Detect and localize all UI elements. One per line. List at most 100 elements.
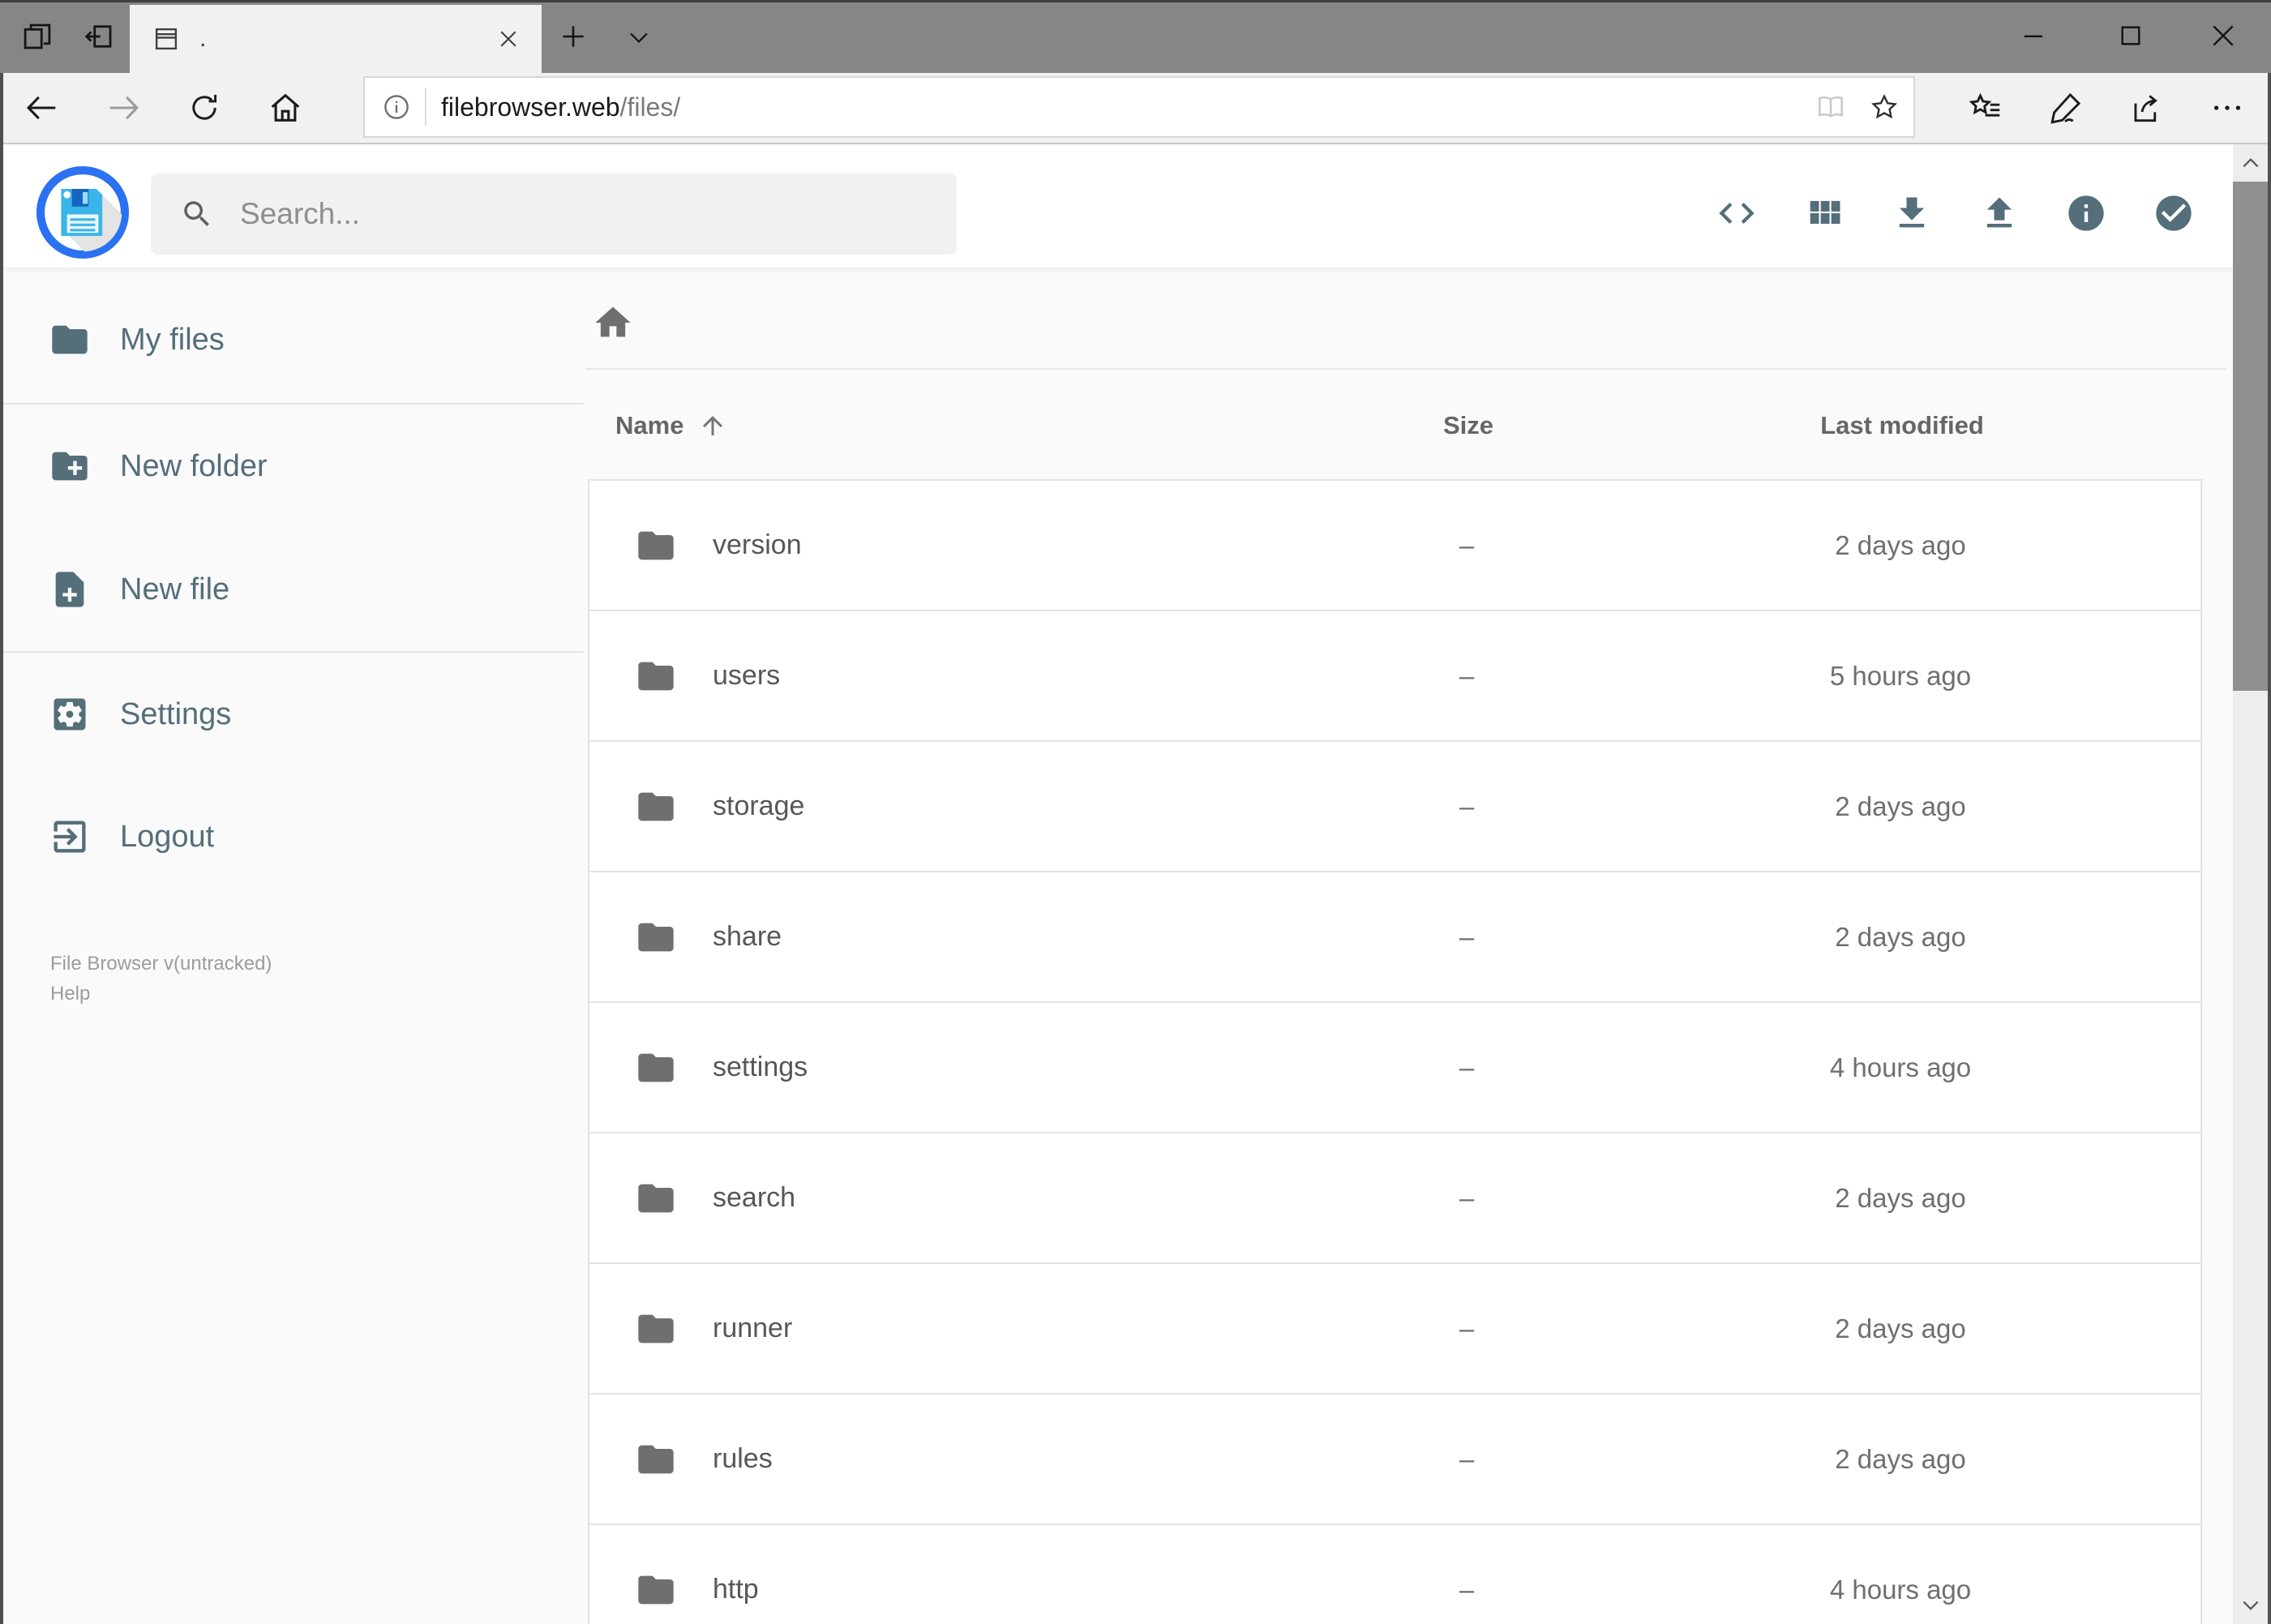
sidebar-item-label: Logout (120, 819, 215, 854)
url-host: filebrowser.web (441, 92, 620, 122)
favorites-hub-button[interactable] (1959, 81, 2012, 135)
folder-icon (635, 1177, 677, 1219)
file-row[interactable]: runner – 2 days ago (588, 1262, 2202, 1395)
ellipsis-icon (2209, 89, 2246, 126)
grid-view-button[interactable] (1803, 192, 1845, 234)
file-modified: 2 days ago (1835, 529, 1966, 560)
file-row[interactable]: search – 2 days ago (588, 1132, 2202, 1264)
breadcrumb-home-icon (592, 302, 634, 344)
tab-title: . (199, 25, 207, 52)
app-version: File Browser v(untracked) (50, 953, 272, 975)
scrollbar-thumb[interactable] (2233, 182, 2268, 691)
breadcrumb-home-button[interactable] (589, 298, 637, 347)
site-info-icon[interactable] (381, 92, 412, 122)
home-icon (267, 89, 304, 126)
column-header-name[interactable]: Name (588, 411, 1294, 440)
tab-close-icon[interactable] (496, 27, 521, 51)
tab-list-button[interactable] (611, 11, 666, 62)
tab-preview-icon (20, 19, 54, 54)
sidebar-item-settings[interactable]: Settings (3, 670, 584, 759)
info-icon (2065, 192, 2107, 234)
address-bar[interactable]: filebrowser.web/files/ (363, 76, 1915, 138)
file-row[interactable]: version – 2 days ago (588, 479, 2202, 611)
sidebar-divider (0, 651, 584, 653)
file-name: settings (713, 1052, 808, 1082)
logout-icon (49, 816, 91, 858)
hub-icon (1967, 89, 2004, 126)
back-button[interactable] (15, 81, 69, 135)
web-note-button[interactable] (2039, 81, 2093, 135)
help-link[interactable]: Help (50, 979, 272, 1009)
folder-icon (635, 525, 677, 567)
minimize-button[interactable] (1995, 0, 2072, 71)
select-multiple-button[interactable] (2153, 192, 2195, 234)
file-name: share (713, 921, 782, 952)
note-add-icon (49, 568, 91, 611)
sidebar-item-label: My files (120, 322, 225, 357)
download-button[interactable] (1891, 192, 1933, 234)
forward-button (96, 81, 150, 135)
sidebar-item-logout[interactable]: Logout (3, 792, 584, 881)
new-tab-button[interactable] (546, 11, 601, 62)
info-button[interactable] (2065, 192, 2107, 234)
code-view-button[interactable] (1716, 192, 1758, 234)
chevron-up-icon (2240, 152, 2261, 174)
sidebar-item-my-files[interactable]: My files (3, 295, 584, 384)
search-input[interactable] (238, 196, 949, 232)
tab-preview-button[interactable] (10, 11, 65, 62)
file-modified: 2 days ago (1835, 921, 1966, 952)
sidebar-item-new-file[interactable]: New file (3, 545, 584, 634)
search-bar[interactable] (151, 174, 957, 255)
minimize-icon (2018, 20, 2049, 51)
maximize-button[interactable] (2092, 0, 2170, 71)
column-header-modified[interactable]: Last modified (1643, 411, 2162, 440)
scroll-down-button[interactable] (2233, 1587, 2268, 1624)
settings-more-button[interactable] (2200, 81, 2254, 135)
scroll-up-button[interactable] (2233, 144, 2268, 182)
download-icon (1891, 192, 1933, 234)
file-modified: 4 hours ago (1829, 1574, 1972, 1605)
file-name: search (713, 1182, 796, 1213)
file-modified: 5 hours ago (1829, 660, 1972, 691)
pen-icon (2047, 89, 2085, 126)
upload-button[interactable] (1978, 192, 2020, 234)
refresh-button[interactable] (178, 81, 231, 135)
forward-icon (105, 89, 142, 126)
folder-icon (635, 916, 677, 958)
browser-tab[interactable]: . (130, 5, 542, 73)
page-scrollbar[interactable] (2233, 144, 2268, 1624)
folder-icon (635, 1569, 677, 1611)
sidebar-footer: File Browser v(untracked) Help (50, 949, 272, 1009)
file-modified: 2 days ago (1835, 791, 1966, 821)
code-icon (1716, 192, 1758, 234)
window-left-border (0, 73, 3, 1624)
list-header: Name Size Last modified (588, 399, 2202, 452)
column-header-size[interactable]: Size (1294, 411, 1643, 440)
folder-icon (635, 786, 677, 828)
sidebar-item-new-folder[interactable]: New folder (3, 422, 584, 511)
file-row[interactable]: settings – 4 hours ago (588, 1001, 2202, 1133)
file-row[interactable]: rules – 2 days ago (588, 1393, 2202, 1525)
window-right-border (2268, 73, 2271, 1624)
set-tabs-aside-button[interactable] (71, 11, 126, 62)
file-row[interactable]: storage – 2 days ago (588, 740, 2202, 872)
file-row[interactable]: share – 2 days ago (588, 871, 2202, 1003)
file-size: – (1459, 1182, 1475, 1213)
check-circle-icon (2153, 192, 2195, 234)
home-button[interactable] (259, 81, 312, 135)
share-icon (2127, 89, 2165, 126)
close-button[interactable] (2184, 0, 2262, 71)
file-row[interactable]: http – 4 hours ago (588, 1523, 2202, 1624)
file-list: version – 2 days ago users – 5 hours ago… (588, 479, 2202, 1624)
folder-icon (635, 1047, 677, 1089)
favorite-star-icon[interactable] (1868, 91, 1900, 123)
file-size: – (1459, 660, 1475, 691)
file-row[interactable]: users – 5 hours ago (588, 610, 2202, 742)
sort-ascending-icon (698, 411, 727, 440)
folder-icon (635, 1438, 677, 1480)
url-path: /files/ (619, 92, 681, 122)
maximize-icon (2115, 20, 2146, 51)
share-button[interactable] (2119, 81, 2173, 135)
sidebar-divider (0, 403, 584, 405)
browser-navbar: filebrowser.web/files/ (0, 73, 2271, 144)
